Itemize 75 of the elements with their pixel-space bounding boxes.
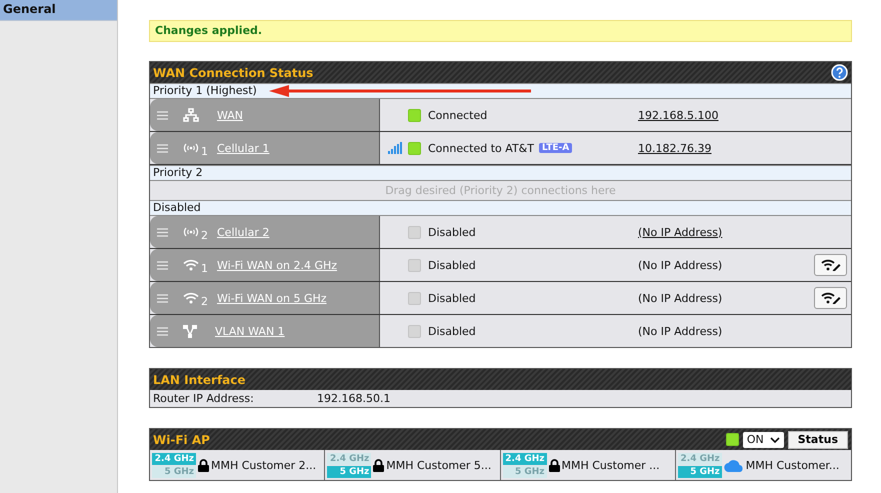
connection-handle[interactable]: WAN bbox=[150, 99, 380, 131]
band-tag: 2.4 GHz bbox=[678, 452, 722, 464]
drag-handle-icon bbox=[157, 294, 168, 302]
status-text: Connected to AT&T bbox=[428, 142, 534, 154]
status-text: Disabled bbox=[428, 292, 476, 304]
band-tag: 5 GHz bbox=[678, 466, 722, 478]
wifi-settings-button[interactable] bbox=[814, 254, 847, 276]
lock-icon bbox=[198, 458, 209, 472]
ip-address: (No IP Address) bbox=[638, 258, 722, 272]
drag-handle-icon bbox=[157, 110, 168, 120]
drag-handle-icon bbox=[157, 260, 168, 270]
priority-text: Disabled bbox=[153, 201, 201, 215]
ip-address: (No IP Address) bbox=[638, 324, 722, 338]
band-tag: 5 GHz bbox=[327, 466, 372, 478]
status-button[interactable]: Status bbox=[788, 430, 848, 448]
wifi-icon bbox=[183, 292, 199, 304]
status-text: Disabled bbox=[428, 324, 476, 338]
connection-handle[interactable]: 1 Wi-Fi WAN on 2.4 GHz bbox=[150, 249, 380, 281]
on-off-dropdown[interactable]: ON bbox=[742, 432, 784, 448]
connection-handle[interactable]: 1 Cellular 1 bbox=[150, 132, 380, 164]
drag-handle-icon bbox=[157, 228, 168, 236]
wifi-edit-icon bbox=[820, 259, 840, 271]
status-text: Disabled bbox=[428, 226, 476, 238]
network-node-icon bbox=[183, 324, 197, 338]
connection-link[interactable]: Wi-Fi WAN on 2.4 GHz bbox=[217, 258, 338, 272]
lock-icon bbox=[548, 458, 560, 472]
network-icon bbox=[183, 108, 199, 122]
wifi-settings-button[interactable] bbox=[814, 287, 847, 309]
status-text: Connected bbox=[428, 108, 488, 122]
ssid-name: MMH Customer ... bbox=[562, 458, 660, 472]
panel-title: Wi-Fi AP bbox=[153, 432, 210, 446]
band-tag: 2.4 GHz bbox=[152, 452, 196, 464]
field-label: Router IP Address: bbox=[153, 391, 255, 407]
connection-link[interactable]: VLAN WAN 1 bbox=[215, 324, 285, 338]
connection-handle[interactable]: VLAN WAN 1 bbox=[150, 315, 380, 347]
panel-title: LAN Interface bbox=[153, 372, 246, 386]
success-message: Changes applied. bbox=[149, 20, 852, 42]
network-badge: LTE-A bbox=[538, 143, 572, 153]
wifi-icon bbox=[183, 259, 199, 271]
connection-handle[interactable]: 2 Wi-Fi WAN on 5 GHz bbox=[150, 282, 380, 314]
help-icon bbox=[831, 64, 848, 81]
ip-link[interactable]: 192.168.5.100 bbox=[638, 108, 718, 122]
connection-handle[interactable]: 2 Cellular 2 bbox=[150, 216, 380, 248]
sidebar-item[interactable]: General bbox=[0, 0, 117, 21]
connection-number: 2 bbox=[200, 294, 209, 308]
wifi-edit-icon bbox=[820, 292, 840, 304]
priority-text: Priority 2 bbox=[153, 166, 203, 180]
band-tag: 2.4 GHz bbox=[502, 452, 546, 464]
band-tag: 5 GHz bbox=[152, 466, 196, 478]
connection-link[interactable]: Wi-Fi WAN on 5 GHz bbox=[217, 292, 327, 304]
antenna-icon bbox=[183, 227, 199, 237]
connection-link[interactable]: WAN bbox=[217, 108, 244, 122]
drag-handle-icon bbox=[157, 326, 168, 336]
connection-link[interactable]: Cellular 2 bbox=[217, 226, 270, 238]
ip-link[interactable]: (No IP Address) bbox=[638, 226, 722, 238]
caret-icon bbox=[770, 436, 780, 442]
ssid-name: MMH Customer 2... bbox=[211, 458, 316, 472]
connection-number: 1 bbox=[200, 144, 209, 158]
connection-link[interactable]: Cellular 1 bbox=[217, 142, 270, 154]
field-value: 192.168.50.1 bbox=[317, 391, 390, 407]
drag-handle-icon bbox=[157, 144, 168, 152]
band-tag: 5 GHz bbox=[502, 466, 546, 478]
ip-link[interactable]: 10.182.76.39 bbox=[638, 142, 712, 154]
band-tag: 2.4 GHz bbox=[327, 452, 372, 464]
cloud-icon bbox=[724, 458, 744, 472]
lock-icon bbox=[373, 458, 384, 472]
connection-number: 2 bbox=[200, 228, 209, 242]
connection-number: 1 bbox=[200, 262, 209, 274]
ssid-name: MMH Customer 5... bbox=[386, 458, 492, 472]
status-text: Disabled bbox=[428, 258, 476, 272]
ip-address: (No IP Address) bbox=[638, 292, 722, 304]
panel-title: WAN Connection Status bbox=[153, 66, 314, 80]
priority-text: Priority 1 (Highest) bbox=[153, 84, 257, 98]
ssid-name: MMH Customer... bbox=[746, 458, 840, 472]
antenna-icon bbox=[183, 143, 199, 153]
